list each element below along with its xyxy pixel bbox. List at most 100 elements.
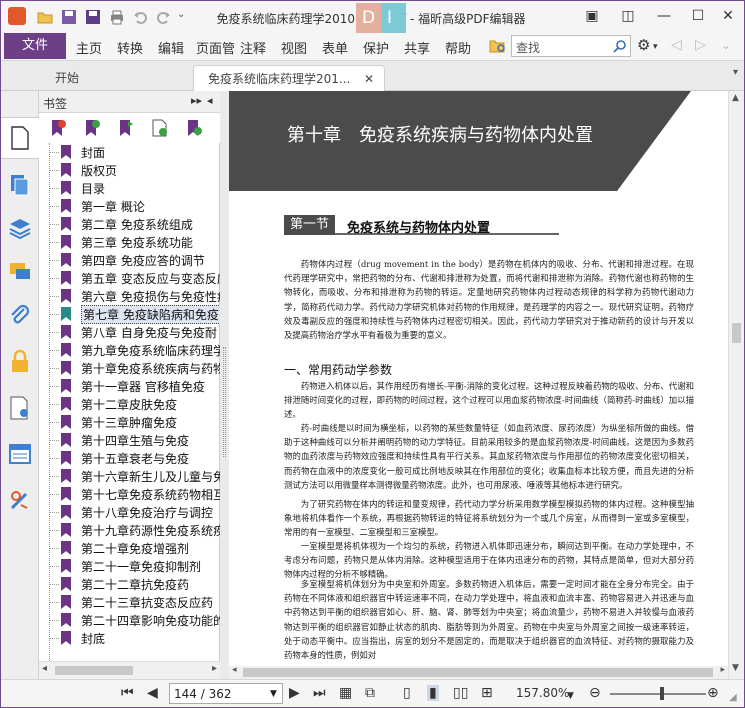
- save-as-icon[interactable]: [85, 9, 101, 25]
- signatures-icon[interactable]: [7, 487, 33, 513]
- doc-hscroll-thumb[interactable]: [243, 668, 713, 677]
- nav-forward-icon[interactable]: ▷: [695, 37, 706, 53]
- first-page-icon[interactable]: ⏮: [121, 685, 134, 701]
- tab-start[interactable]: 开始: [41, 65, 191, 91]
- page-number-field[interactable]: 144 / 362 ▼: [169, 683, 283, 704]
- bookmark-item[interactable]: 第十七章免疫系统药物相互: [39, 485, 220, 503]
- document-vertical-scrollbar[interactable]: ▲ ▼: [728, 91, 744, 679]
- find-folder-icon[interactable]: [489, 38, 507, 54]
- zoom-level[interactable]: 157.80%: [516, 686, 569, 700]
- bookmark-item[interactable]: 目录: [39, 179, 220, 197]
- rail-bookmarks-tab[interactable]: [1, 117, 39, 159]
- zoom-out-icon[interactable]: ⊖: [589, 685, 601, 701]
- bookmark-item[interactable]: 第十章免疫系统疾病与药物: [39, 359, 220, 377]
- menu-view[interactable]: 视图: [281, 38, 307, 57]
- continuous-facing-icon[interactable]: ⊞: [481, 685, 493, 701]
- tab-close-icon[interactable]: ✕: [364, 66, 374, 92]
- menu-edit[interactable]: 编辑: [158, 38, 184, 57]
- menu-comment[interactable]: 注释: [240, 38, 266, 57]
- bookmark-item[interactable]: 第二十章免疫增强剂: [39, 539, 220, 557]
- menu-form[interactable]: 表单: [322, 38, 348, 57]
- form-fields-icon[interactable]: [7, 441, 33, 467]
- file-menu-button[interactable]: 文件: [4, 33, 66, 59]
- single-page-icon[interactable]: ▯: [403, 685, 411, 701]
- ribbon-expand-icon[interactable]: ⌄: [721, 37, 731, 53]
- content-search-icon[interactable]: [7, 395, 33, 421]
- document-horizontal-scrollbar[interactable]: ◂ ▸: [229, 665, 728, 679]
- doc-scroll-right-icon[interactable]: ▸: [720, 665, 725, 675]
- bookmark-item[interactable]: 封面: [39, 143, 220, 161]
- restore-small-icon[interactable]: ◫: [615, 5, 641, 27]
- bookmark-item[interactable]: 第三章 免疫系统功能: [39, 233, 220, 251]
- panel-splitter[interactable]: [220, 91, 229, 679]
- view-mode-icon[interactable]: ▦: [339, 685, 352, 701]
- security-lock-icon[interactable]: [7, 349, 33, 375]
- bookmark-item[interactable]: 第九章免疫系统临床药理学: [39, 341, 220, 359]
- bookmark-item[interactable]: 第十一章器 官移植免疫: [39, 377, 220, 395]
- bookmark-item[interactable]: 第十四章生殖与免疫: [39, 431, 220, 449]
- add-child-bookmark-icon[interactable]: [117, 119, 135, 137]
- bookmark-item[interactable]: 第二章 免疫系统组成: [39, 215, 220, 233]
- maximize-button[interactable]: ☐: [685, 5, 711, 27]
- zoom-slider[interactable]: [610, 693, 706, 695]
- reflow-icon[interactable]: ⧉: [365, 685, 375, 701]
- close-button[interactable]: ✕: [715, 5, 741, 27]
- menu-protect[interactable]: 保护: [363, 38, 389, 57]
- bookmark-item[interactable]: 第十九章药源性免疫系统疾: [39, 521, 220, 539]
- facing-page-icon[interactable]: ▯▯: [453, 685, 468, 701]
- bookmark-item[interactable]: 第七章 免疫缺陷病和免疫: [39, 305, 220, 324]
- layers-icon[interactable]: [7, 215, 33, 241]
- bookmark-item[interactable]: 第八章 自身免疫与免疫耐: [39, 323, 220, 341]
- bookmark-item[interactable]: 第二十二章抗免疫药: [39, 575, 220, 593]
- document-view[interactable]: 第十章 免疫系统疾病与药物体内处置 第一节 免疫系统与药物体内处置 药物体内过程…: [229, 91, 728, 666]
- scroll-up-icon[interactable]: ▲: [732, 93, 739, 103]
- hscroll-thumb[interactable]: [55, 666, 133, 675]
- tab-list-icon[interactable]: ▾: [733, 67, 738, 78]
- menu-page-manage[interactable]: 页面管: [196, 38, 240, 57]
- doc-scroll-left-icon[interactable]: ◂: [232, 665, 237, 675]
- bookmark-item[interactable]: 第六章 免疫损伤与免疫性疾: [39, 287, 220, 305]
- bookmark-item[interactable]: 第十五章衰老与免疫: [39, 449, 220, 467]
- redo-icon[interactable]: [155, 9, 171, 25]
- page-dropdown-icon[interactable]: ▼: [270, 689, 277, 699]
- delete-bookmark-icon[interactable]: [49, 119, 67, 137]
- bookmark-item[interactable]: 第十六章新生儿及儿童与免: [39, 467, 220, 485]
- customize-chevron-icon[interactable]: ⌄: [177, 9, 193, 25]
- tab-document[interactable]: 免疫系统临床药理学201... ✕: [193, 65, 385, 91]
- add-bookmark-icon[interactable]: [83, 119, 101, 137]
- bookmark-item[interactable]: 版权页: [39, 161, 220, 179]
- comments-icon[interactable]: [7, 259, 33, 285]
- menu-share[interactable]: 共享: [404, 38, 430, 57]
- panel-collapse-icon[interactable]: ▸▸: [191, 94, 202, 107]
- bookmark-page-add-icon[interactable]: [151, 119, 169, 137]
- menu-home[interactable]: 主页: [76, 38, 102, 57]
- previous-page-icon[interactable]: ◀: [147, 685, 158, 701]
- scroll-down-icon[interactable]: ▼: [732, 663, 739, 673]
- nav-back-icon[interactable]: ◁: [671, 37, 682, 53]
- bookmark-item[interactable]: 第十三章肿瘤免疫: [39, 413, 220, 431]
- ribbon-display-icon[interactable]: ▣: [579, 5, 605, 27]
- bookmark-item[interactable]: 第二十三章抗变态反应药: [39, 593, 220, 611]
- settings-chevron-icon[interactable]: ▾: [653, 39, 658, 55]
- bookmark-item[interactable]: 封底: [39, 629, 220, 647]
- bookmark-item[interactable]: 第四章 免疫应答的调节: [39, 251, 220, 269]
- next-page-icon[interactable]: ▶: [289, 685, 300, 701]
- bookmark-item[interactable]: 第二十四章影响免疫功能的: [39, 611, 220, 629]
- menu-convert[interactable]: 转换: [117, 38, 143, 57]
- attachments-icon[interactable]: [7, 303, 33, 329]
- bookmark-item[interactable]: 第五章 变态反应与变态反应: [39, 269, 220, 287]
- continuous-page-icon[interactable]: ▮: [427, 685, 439, 701]
- splitter-grip[interactable]: [223, 347, 226, 457]
- bookmark-properties-icon[interactable]: [185, 119, 203, 137]
- menu-help[interactable]: 帮助: [445, 38, 471, 57]
- settings-gear-icon[interactable]: ⚙: [637, 37, 650, 53]
- bookmark-item[interactable]: 第二十一章免疫抑制剂: [39, 557, 220, 575]
- print-icon[interactable]: [109, 9, 125, 25]
- bookmark-item[interactable]: 第一章 概论: [39, 197, 220, 215]
- zoom-slider-thumb[interactable]: [660, 687, 664, 700]
- zoom-in-icon[interactable]: ⊕: [707, 685, 719, 701]
- scroll-right-icon[interactable]: ▸: [212, 663, 217, 674]
- pages-icon[interactable]: [7, 171, 33, 197]
- bookmark-item[interactable]: 第十八章免疫治疗与调控: [39, 503, 220, 521]
- save-icon[interactable]: [61, 9, 77, 25]
